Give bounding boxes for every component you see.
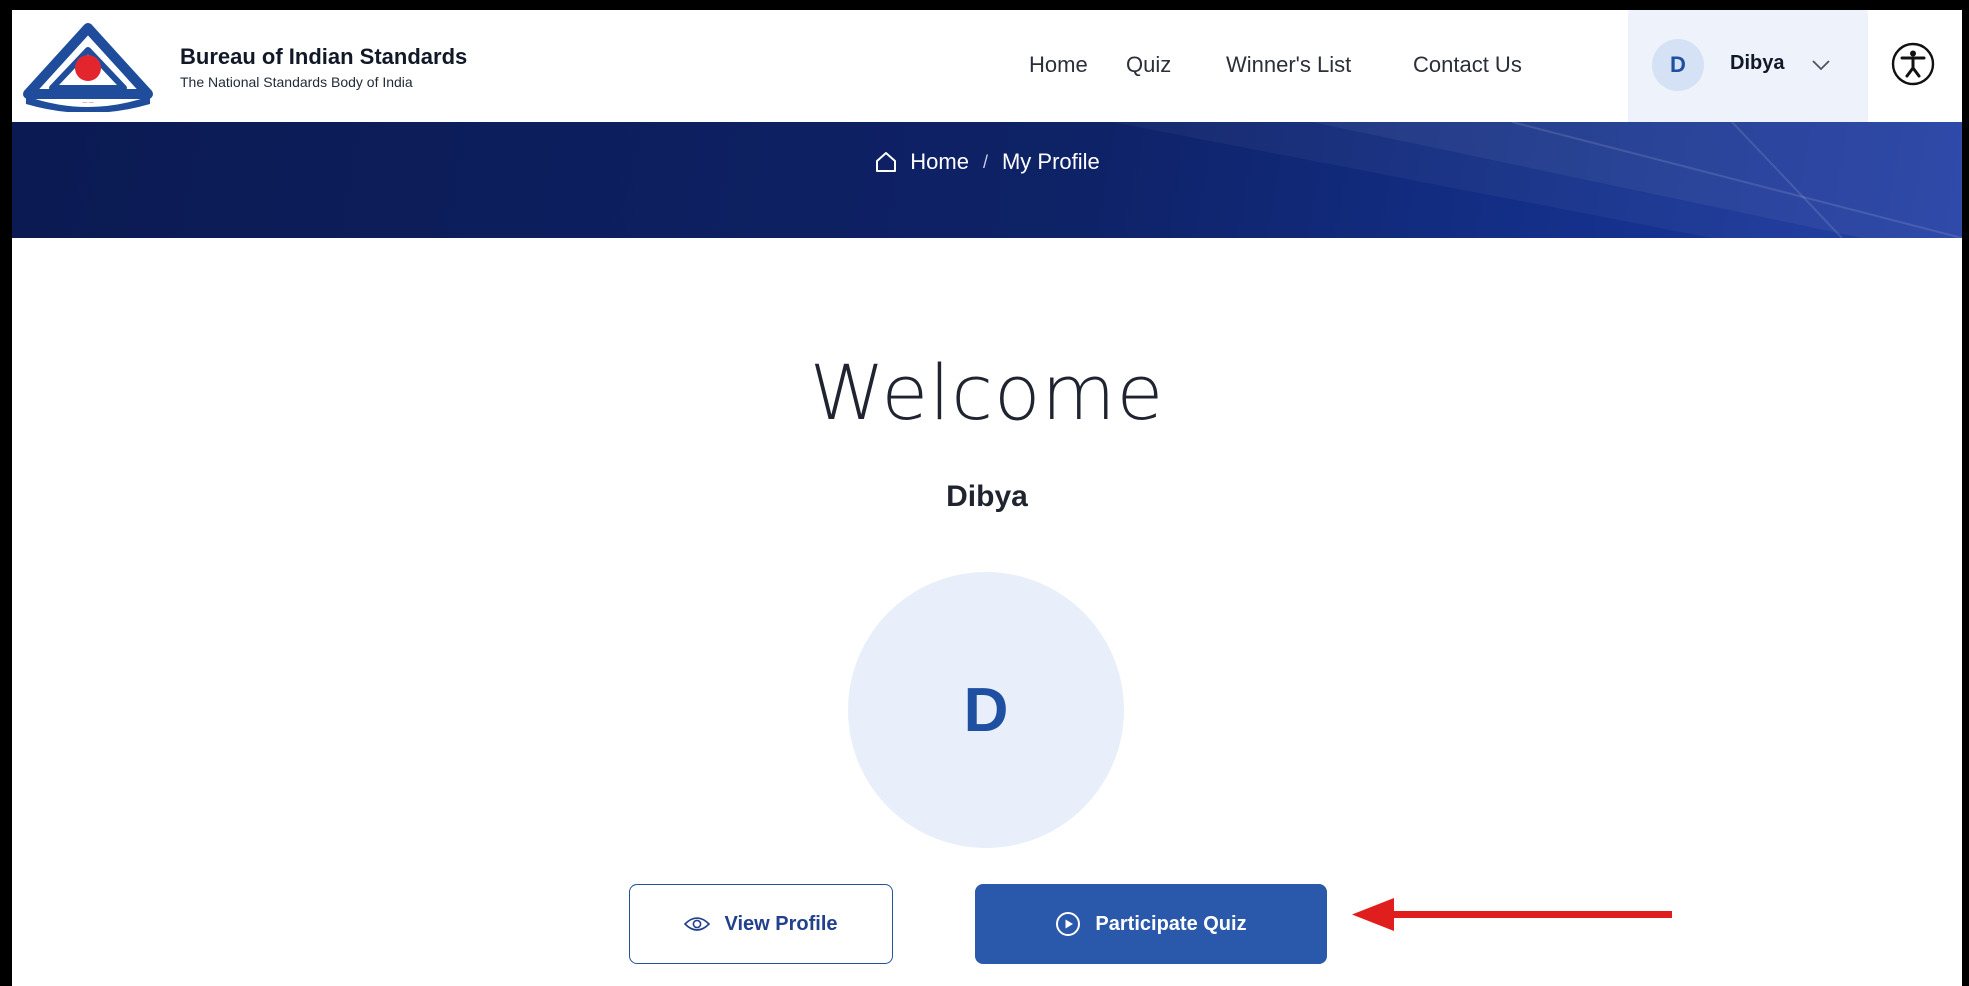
user-name: Dibya (1730, 52, 1785, 74)
red-arrow-annotation (1352, 898, 1672, 931)
breadcrumb-home[interactable]: Home (874, 149, 969, 175)
home-icon (876, 152, 897, 172)
welcome-heading: Welcome (809, 348, 1165, 437)
user-avatar: D (1652, 39, 1704, 91)
brand-title: Bureau of Indian Standards (180, 44, 468, 69)
chevron-down-icon (1812, 60, 1830, 71)
eye-icon (684, 917, 711, 931)
breadcrumb-separator: / (982, 151, 988, 172)
user-menu[interactable]: D Dibya (1628, 10, 1868, 122)
bis-logo-icon[interactable]: — — (20, 22, 156, 112)
brand-subtitle: The National Standards Body of India (180, 74, 413, 90)
view-profile-button[interactable]: View Profile (629, 884, 893, 964)
nav-home[interactable]: Home (1029, 52, 1088, 78)
svg-text:— —: — — (82, 100, 94, 106)
play-circle-icon (1056, 912, 1081, 936)
profile-avatar: D (848, 572, 1124, 848)
view-profile-label: View Profile (724, 912, 838, 935)
page-frame: — — Bureau of Indian Standards The Natio… (12, 10, 1962, 986)
participate-quiz-button[interactable]: Participate Quiz (975, 884, 1327, 964)
breadcrumb-banner: Home / My Profile (12, 122, 1962, 238)
nav-contact-us[interactable]: Contact Us (1413, 52, 1522, 78)
participate-quiz-label: Participate Quiz (1095, 912, 1247, 935)
accessibility-icon[interactable] (1890, 41, 1936, 87)
breadcrumb-home-label: Home (910, 149, 969, 174)
site-header: — — Bureau of Indian Standards The Natio… (12, 10, 1962, 122)
breadcrumb: Home / My Profile (12, 149, 1962, 179)
welcome-user-name: Dibya (946, 480, 1028, 513)
banner-decoration (1112, 122, 1962, 238)
breadcrumb-current: My Profile (1001, 149, 1100, 174)
nav-winners-list[interactable]: Winner's List (1226, 52, 1351, 78)
nav-quiz[interactable]: Quiz (1126, 52, 1171, 78)
